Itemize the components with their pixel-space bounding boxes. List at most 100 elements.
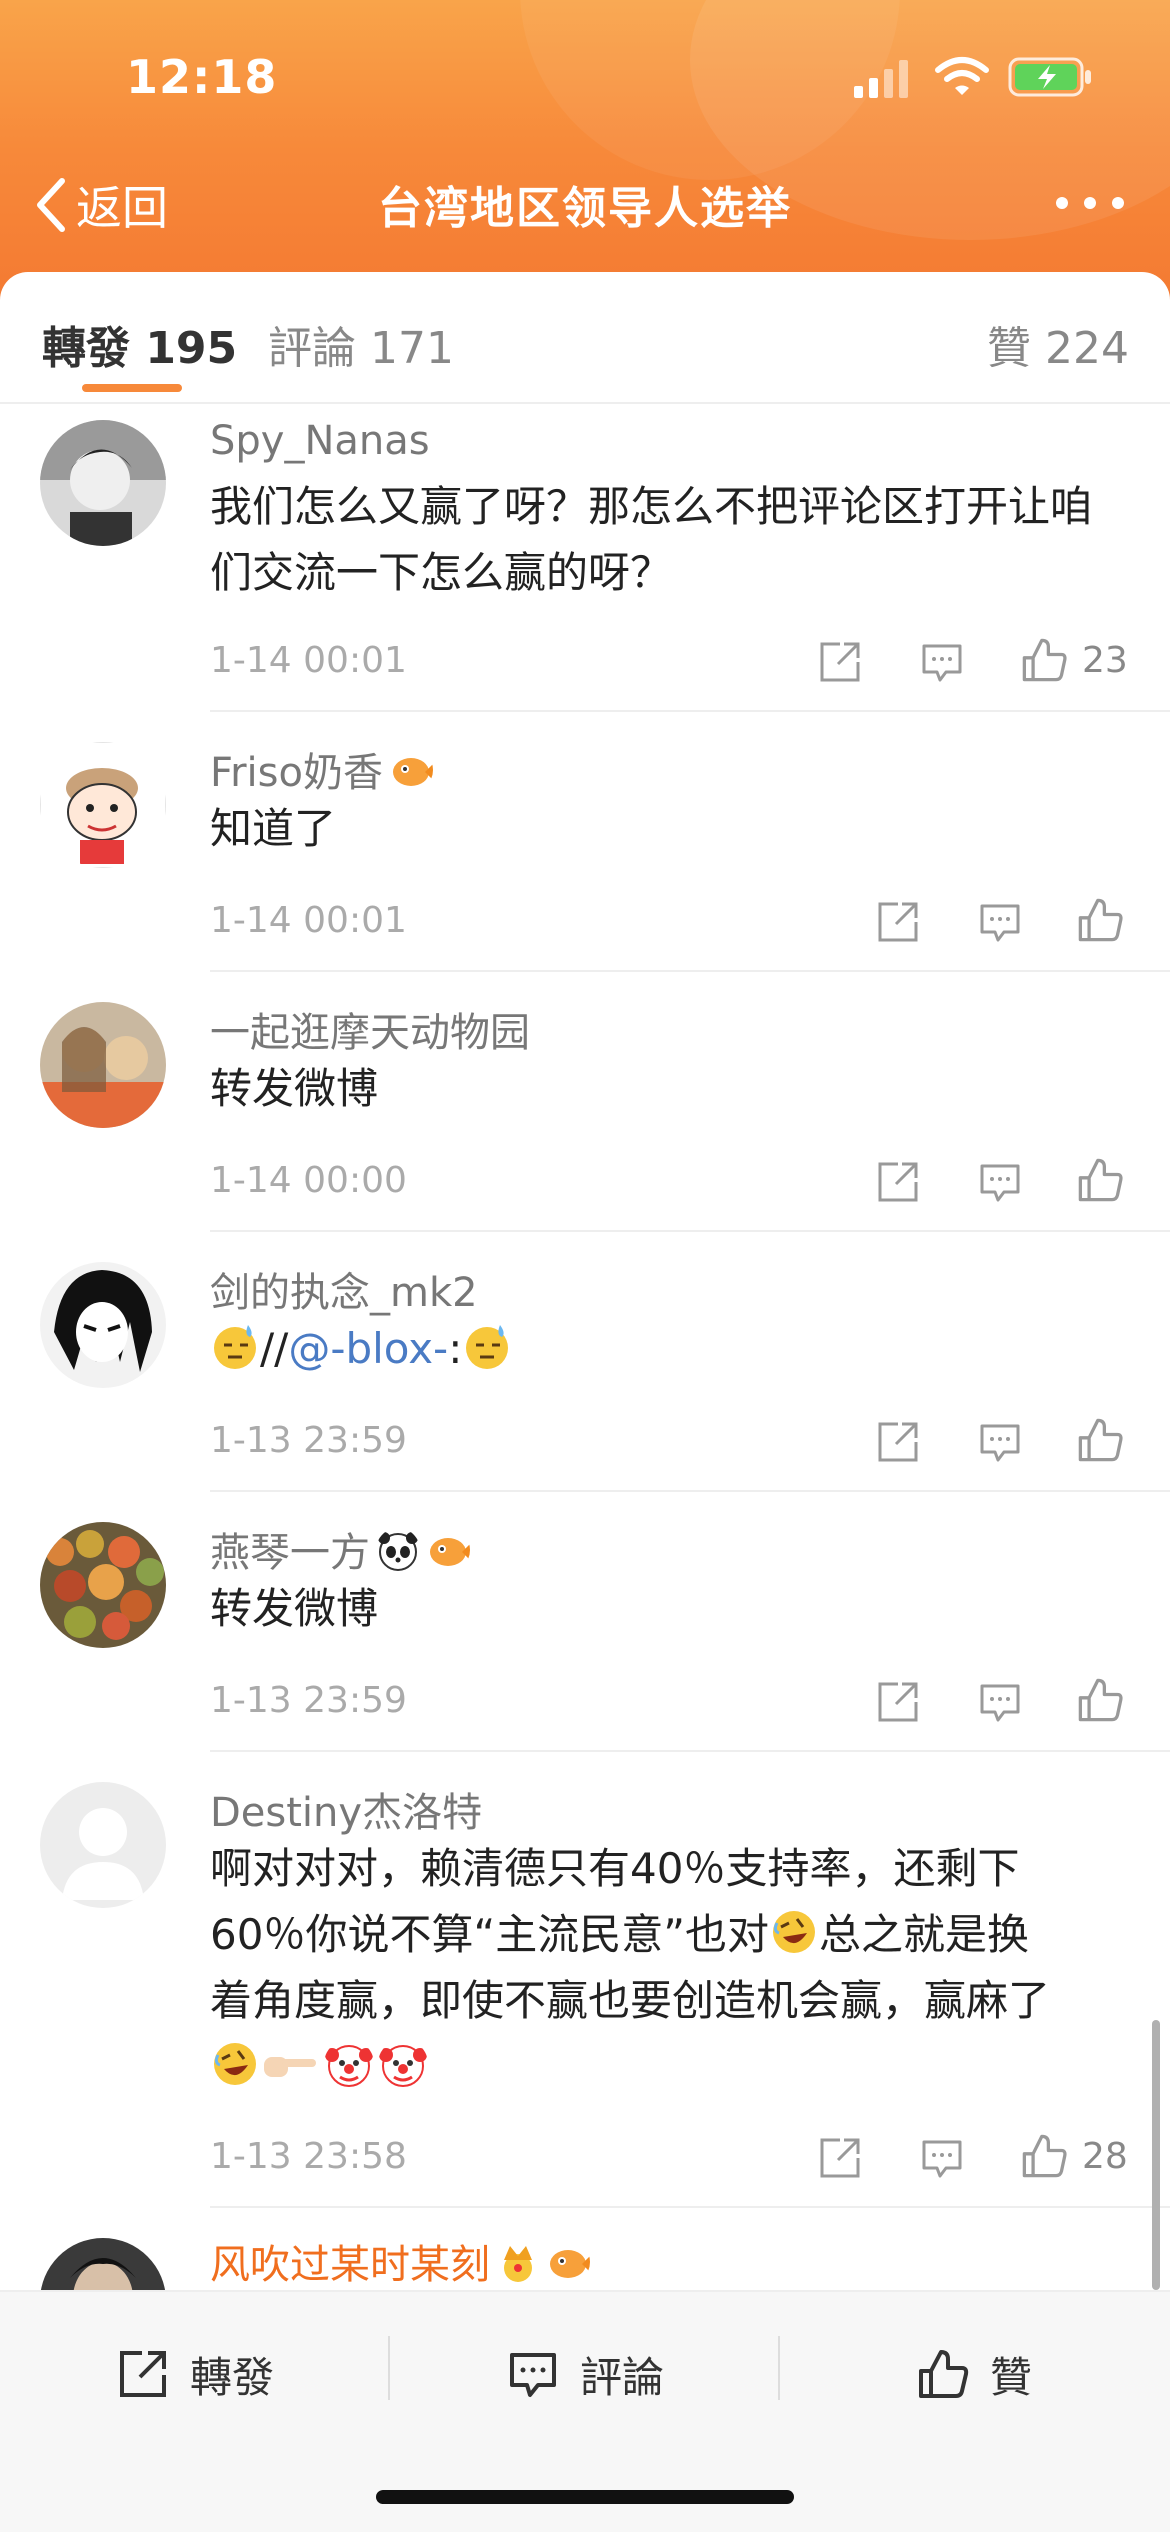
like-button[interactable]: 贊 [916, 2334, 1032, 2414]
like-icon[interactable] [1076, 1676, 1124, 1724]
like-icon[interactable] [1076, 1156, 1124, 1204]
tab-repost[interactable]: 轉發 195 [42, 312, 237, 376]
repost-icon[interactable] [876, 1420, 920, 1464]
avatar[interactable] [40, 2238, 166, 2290]
tab-bar: 轉發 195 評論 171 贊 224 [0, 272, 1170, 404]
username[interactable]: 风吹过某时某刻 [210, 2232, 590, 2290]
header: 12:18 返回 台湾地区领导人选举 [0, 0, 1170, 300]
fish-badge-icon [550, 2250, 590, 2278]
comment-icon[interactable] [978, 1680, 1022, 1724]
text-suffix: : [448, 1324, 463, 1373]
clown-emoji-icon [379, 2045, 427, 2087]
fish-badge-icon [392, 758, 433, 786]
tab-like[interactable]: 贊 224 [987, 312, 1129, 376]
repost-icon[interactable] [818, 640, 862, 684]
divider [210, 710, 1170, 712]
username[interactable]: 燕琴一方 [210, 1520, 470, 1578]
comment-icon[interactable] [978, 900, 1022, 944]
comment-line: 啊对对对，赖清德只有40％支持率，还剩下 [210, 1844, 1020, 1893]
divider [210, 1490, 1170, 1492]
pointing-right-emoji-icon [264, 2057, 316, 2077]
like-label: 贊 [990, 2352, 1033, 2402]
comment-line-text: 60％你说不算“主流民意”也对 [210, 1910, 769, 1959]
repost-icon[interactable] [876, 1680, 920, 1724]
username-text: 风吹过某时某刻 [210, 2242, 490, 2288]
username[interactable]: Spy_Nanas [210, 418, 430, 464]
avatar[interactable] [40, 1522, 166, 1648]
divider [778, 2336, 780, 2400]
divider [0, 402, 1170, 404]
like-icon[interactable] [1020, 2132, 1068, 2180]
page-title: 台湾地区领导人选举 [378, 183, 792, 234]
timestamp: 1-14 00:01 [210, 640, 407, 681]
status-time: 12:18 [126, 50, 278, 104]
comment-text: 转发微博 [210, 1064, 379, 1113]
username[interactable]: 剑的执念_mk2 [210, 1260, 478, 1318]
comment-text: //@-blox-: [210, 1316, 1130, 1382]
text-prefix: // [260, 1324, 289, 1373]
panda-badge-icon [378, 1532, 418, 1571]
avatar[interactable] [40, 1782, 166, 1908]
sweat-emoji-icon [214, 1325, 256, 1369]
comment-icon[interactable] [978, 1160, 1022, 1204]
rolling-laughing-emoji-icon [772, 1911, 815, 1953]
content-panel [0, 272, 1170, 2532]
home-indicator [376, 2490, 794, 2504]
comment-icon [510, 2353, 556, 2397]
comment-text: 转发微博 [210, 1584, 379, 1633]
repost-icon[interactable] [876, 1160, 920, 1204]
rolling-laughing-emoji-icon [214, 2043, 256, 2085]
tab-comment[interactable]: 評論 171 [268, 312, 454, 376]
comment-icon[interactable] [920, 640, 964, 684]
like-count: 28 [1082, 2136, 1128, 2177]
timestamp: 1-13 23:58 [210, 2136, 407, 2177]
repost-icon [120, 2351, 166, 2397]
comment-icon[interactable] [978, 1420, 1022, 1464]
list-item: 风吹过某时某刻 [0, 2208, 1170, 2290]
like-icon[interactable] [1076, 1416, 1124, 1464]
scrollbar[interactable] [1152, 2020, 1160, 2290]
wifi-icon [935, 57, 989, 95]
crown-badge-icon [504, 2246, 532, 2282]
username-text: Friso奶香 [210, 750, 383, 796]
divider [388, 2336, 390, 2400]
divider [210, 1230, 1170, 1232]
clown-emoji-icon [325, 2045, 373, 2087]
mention-link[interactable]: @-blox- [288, 1324, 448, 1373]
more-options-icon[interactable] [1054, 186, 1126, 220]
username[interactable]: 一起逛摩天动物园 [210, 1000, 530, 1058]
comment-text: 知道了 [210, 804, 337, 853]
avatar[interactable] [40, 742, 166, 868]
avatar[interactable] [40, 420, 166, 546]
comment-line: 60％你说不算“主流民意”也对 总之就是换 [210, 1902, 1130, 1968]
avatar[interactable] [40, 1262, 166, 1388]
repost-icon[interactable] [876, 900, 920, 944]
avatar[interactable] [40, 1002, 166, 1128]
username[interactable]: Friso奶香 [210, 740, 433, 798]
sweat-emoji-icon [466, 1325, 509, 1369]
like-count: 23 [1082, 640, 1128, 681]
comment-icon[interactable] [920, 2136, 964, 2180]
username[interactable]: Destiny杰洛特 [210, 1780, 482, 1838]
comment-line-text: 总之就是换 [818, 1910, 1029, 1959]
like-icon[interactable] [1076, 896, 1124, 944]
comment-line [210, 2034, 1130, 2100]
active-tab-indicator [82, 384, 182, 392]
repost-button[interactable]: 轉發 [116, 2334, 274, 2414]
like-icon [919, 2350, 969, 2398]
fish-badge-icon [430, 1538, 470, 1566]
repost-label: 轉發 [190, 2352, 275, 2402]
comment-text: 啊对对对，赖清德只有40％支持率，还剩下 60％你说不算“主流民意”也对 总之就是… [210, 1836, 1130, 2100]
comment-label: 評論 [580, 2352, 665, 2402]
comment-button[interactable]: 評論 [506, 2334, 664, 2414]
like-icon[interactable] [1020, 636, 1068, 684]
repost-icon[interactable] [818, 2136, 862, 2180]
comment-text: 我们怎么又赢了呀？那怎么不把评论区打开让咱们交流一下怎么赢的呀？ [210, 482, 1093, 597]
timestamp: 1-13 23:59 [210, 1420, 407, 1461]
cellular-signal-icon [854, 60, 908, 98]
divider [210, 1750, 1170, 1752]
timestamp: 1-14 00:01 [210, 900, 407, 941]
username-text: 燕琴一方 [210, 1530, 370, 1576]
comment-line: 着角度赢，即使不赢也要创造机会赢，赢麻了 [210, 1976, 1051, 2025]
timestamp: 1-14 00:00 [210, 1160, 407, 1201]
